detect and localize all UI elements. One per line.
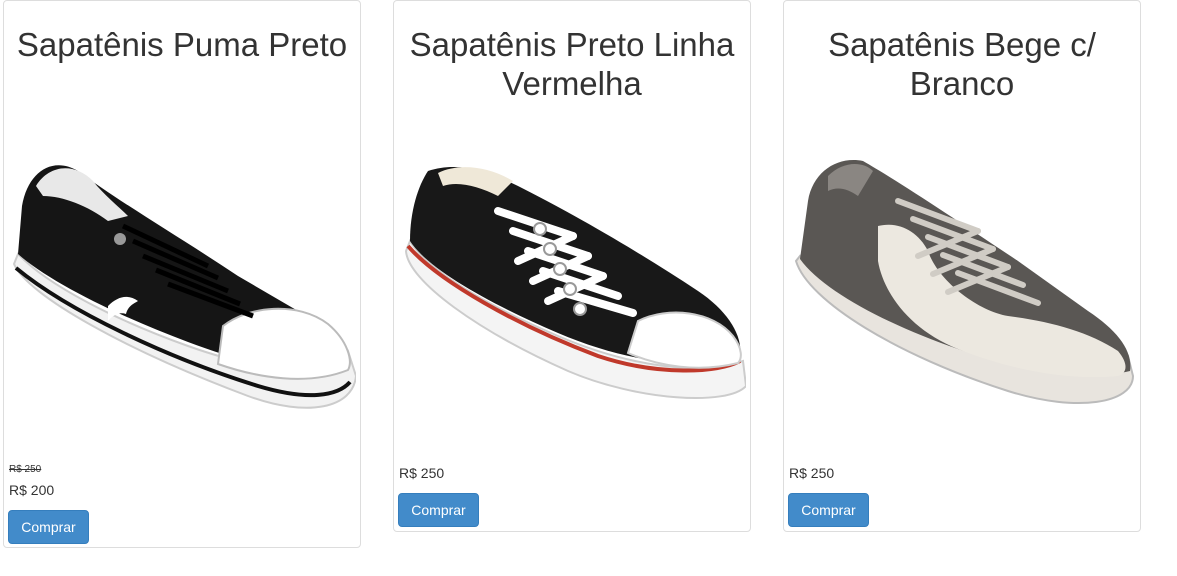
product-card: Sapatênis Bege c/ Branco R$ 250 Comprar [783,0,1141,532]
price: R$ 200 [9,482,55,498]
product-title: Sapatênis Bege c/ Branco [828,26,1096,102]
buy-button[interactable]: Comprar [788,493,869,527]
product-image [794,160,1135,405]
product-image [12,165,356,409]
old-price: R$ 250 [9,464,42,475]
price: R$ 250 [789,465,835,481]
product-image [404,166,746,399]
product-title: Sapatênis Puma Preto [16,26,348,63]
price: R$ 250 [399,465,445,481]
buy-button[interactable]: Comprar [398,493,479,527]
product-card: Sapatênis Preto Linha Vermelha R$ 250 Co… [393,0,751,532]
buy-button[interactable]: Comprar [8,510,89,544]
product-card: Sapatênis Puma Preto R$ 250 R$ 200 Compr… [3,0,361,548]
product-title: Sapatênis Preto Linha Vermelha [409,26,735,102]
